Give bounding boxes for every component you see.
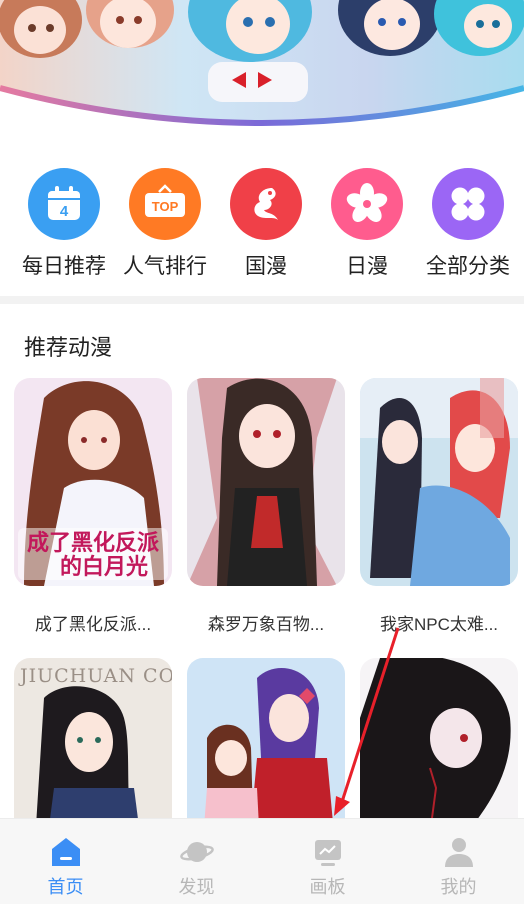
category-all[interactable]: 全部分类 bbox=[418, 168, 518, 280]
tab-label: 我的 bbox=[440, 877, 477, 897]
tab-home[interactable]: 首页 bbox=[0, 819, 131, 904]
bottom-tab-bar: 首页 发现 画板 我的 bbox=[0, 818, 524, 904]
comic-card[interactable]: 森罗万象百物... bbox=[187, 378, 345, 635]
category-label: 每日推荐 bbox=[22, 255, 106, 278]
tab-drawing-board[interactable]: 画板 bbox=[262, 819, 393, 904]
sakura-icon bbox=[331, 168, 403, 240]
tab-label: 发现 bbox=[178, 877, 215, 897]
comic-title: 成了黑化反派... bbox=[34, 615, 152, 634]
category-label: 人气排行 bbox=[123, 255, 207, 278]
comic-cover bbox=[360, 378, 518, 586]
hero-banner[interactable] bbox=[0, 0, 524, 140]
dragon-icon bbox=[230, 168, 302, 240]
comic-title: 我家NPC太难... bbox=[379, 615, 499, 634]
cover-title: 成了黑化反派 bbox=[27, 530, 159, 556]
comic-cover: 成了黑化反派 的白月光 bbox=[14, 378, 172, 586]
category-label: 日漫 bbox=[346, 255, 388, 278]
top-icon: TOP bbox=[129, 168, 201, 240]
category-row: 4 每日推荐 TOP 人气排行 国漫 日漫 全部分类 bbox=[0, 168, 524, 278]
comic-card[interactable]: 我家NPC太难... bbox=[360, 378, 518, 635]
tab-discover[interactable]: 发现 bbox=[131, 819, 262, 904]
monitor-icon bbox=[311, 835, 345, 869]
svg-text:的白月光: 的白月光 bbox=[60, 554, 148, 580]
category-daily[interactable]: 4 每日推荐 bbox=[14, 168, 114, 280]
category-label: 国漫 bbox=[245, 255, 287, 278]
top-badge: TOP bbox=[152, 199, 179, 214]
tab-label: 画板 bbox=[309, 877, 346, 897]
calendar-icon: 4 bbox=[28, 168, 100, 240]
section-divider bbox=[0, 296, 524, 304]
comic-card[interactable]: 成了黑化反派 的白月光 成了黑化反派... bbox=[14, 378, 172, 635]
category-popular[interactable]: TOP 人气排行 bbox=[115, 168, 215, 280]
category-riman[interactable]: 日漫 bbox=[317, 168, 417, 280]
tab-label: 首页 bbox=[47, 877, 84, 897]
calendar-badge: 4 bbox=[60, 203, 69, 220]
tab-profile[interactable]: 我的 bbox=[393, 819, 524, 904]
section-title: 推荐动漫 bbox=[24, 335, 113, 360]
cover-title: JIUCHUAN COMIC bbox=[18, 665, 172, 687]
comic-title: 森罗万象百物... bbox=[207, 615, 325, 634]
comic-cover bbox=[187, 378, 345, 586]
user-icon bbox=[442, 835, 476, 869]
category-guoman[interactable]: 国漫 bbox=[216, 168, 316, 280]
category-label: 全部分类 bbox=[426, 255, 510, 278]
home-icon bbox=[49, 835, 83, 869]
grid-clover-icon bbox=[432, 168, 504, 240]
planet-icon bbox=[179, 835, 214, 869]
